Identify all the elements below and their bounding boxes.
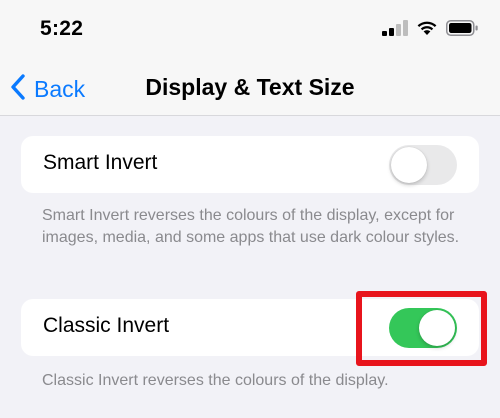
settings-screen: 5:22 Back Display & Text Size Smart Inve… [0,0,500,418]
wifi-icon [416,20,438,36]
header: 5:22 Back Display & Text Size [0,0,500,116]
smart-invert-label: Smart Invert [43,151,158,174]
classic-invert-description: Classic Invert reverses the colours of t… [42,372,389,389]
highlight-annotation [356,291,487,366]
page-title: Display & Text Size [145,74,355,100]
classic-invert-label: Classic Invert [43,314,170,337]
smart-invert-row: Smart Invert [21,136,479,193]
cellular-signal-icon [382,20,408,36]
smart-invert-description: Smart Invert reverses the colours of the… [42,207,460,246]
navigation-bar: Back Display & Text Size [0,60,500,116]
status-time: 5:22 [40,17,84,40]
smart-invert-toggle[interactable] [389,145,457,185]
toggle-knob [391,147,427,183]
status-icons [382,20,478,36]
battery-icon [446,20,478,36]
status-bar: 5:22 [0,0,500,60]
